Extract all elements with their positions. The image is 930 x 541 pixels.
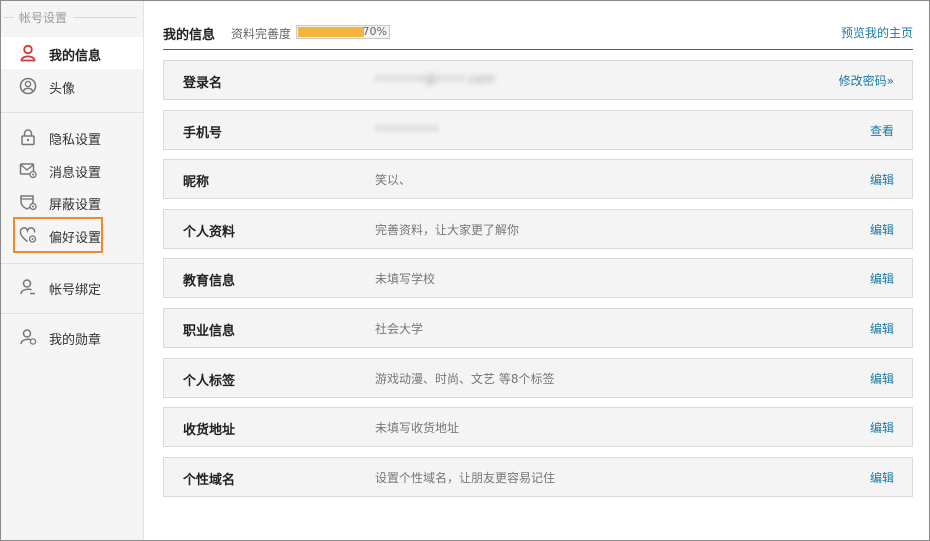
edit-link[interactable]: 编辑 [870, 320, 894, 337]
edit-link[interactable]: 编辑 [870, 419, 894, 436]
row-label: 收货地址 [183, 423, 236, 439]
row-value: 未填写收货地址 [375, 421, 460, 436]
sidebar-item-label: 我的勋章 [49, 333, 102, 348]
sidebar-divider [1, 263, 143, 264]
row-label: 手机号 [183, 125, 223, 141]
edit-link[interactable]: 编辑 [870, 270, 894, 287]
page-title: 我的信息 [163, 28, 216, 43]
sidebar-item-label: 屏蔽设置 [49, 198, 102, 213]
row-label: 教育信息 [183, 274, 236, 290]
main-panel: 我的信息 资料完善度 70% 预览我的主页 登录名 •••••••@••••.c… [163, 1, 915, 540]
sidebar-item-label: 消息设置 [49, 166, 102, 181]
row-value: •••••••@••••.com [375, 72, 495, 86]
user-link-icon [20, 279, 35, 295]
view-phone-link[interactable]: 查看 [870, 122, 894, 139]
row-value: 游戏动漫、时尚、文艺 等8个标签 [375, 371, 555, 386]
info-row-tags: 个人标签 游戏动漫、时尚、文艺 等8个标签 编辑 [163, 357, 913, 398]
sidebar-item-label: 帐号绑定 [49, 283, 102, 298]
sidebar-title: 帐号设置 [1, 7, 143, 27]
info-list: 登录名 •••••••@••••.com 修改密码» 手机号 •••••••••… [163, 60, 913, 506]
sidebar-item-my-info[interactable]: 我的信息 [1, 37, 143, 69]
change-password-link[interactable]: 修改密码» [839, 72, 894, 89]
sidebar-item-label: 我的信息 [49, 49, 102, 64]
row-label: 昵称 [183, 175, 210, 191]
row-value: 笑以、 [375, 173, 412, 188]
row-label: 个人资料 [183, 224, 236, 240]
page-header: 我的信息 资料完善度 70% 预览我的主页 [163, 19, 913, 50]
info-row-education: 教育信息 未填写学校 编辑 [163, 258, 913, 299]
sidebar: 帐号设置 我的信息 头像 隐私设置 消息设置 屏蔽设置 偏好设置 帐号绑定 我的… [1, 1, 144, 540]
sidebar-item-label: 头像 [49, 82, 76, 97]
info-row-custom-domain: 个性域名 设置个性域名，让朋友更容易记住 编辑 [163, 456, 913, 497]
info-row-shipping-address: 收货地址 未填写收货地址 编辑 [163, 407, 913, 448]
sidebar-divider [1, 313, 143, 314]
edit-link[interactable]: 编辑 [870, 171, 894, 188]
row-value: 未填写学校 [375, 272, 436, 287]
user-medal-icon [20, 329, 37, 345]
sidebar-item-avatar[interactable]: 头像 [1, 70, 143, 102]
progress-fill [298, 27, 364, 37]
info-row-profile: 个人资料 完善资料，让大家更了解你 编辑 [163, 208, 913, 249]
shield-settings-icon [20, 195, 37, 211]
account-settings-window: 帐号设置 我的信息 头像 隐私设置 消息设置 屏蔽设置 偏好设置 帐号绑定 我的… [0, 0, 930, 541]
avatar-icon [19, 77, 37, 95]
edit-link[interactable]: 编辑 [870, 221, 894, 238]
sidebar-title-label: 帐号设置 [19, 11, 68, 25]
sidebar-item-privacy[interactable]: 隐私设置 [1, 121, 143, 153]
lock-icon [21, 129, 35, 146]
sidebar-item-medals[interactable]: 我的勋章 [1, 321, 143, 353]
sidebar-item-label: 隐私设置 [49, 133, 102, 148]
user-icon [20, 44, 36, 62]
sidebar-item-block[interactable]: 屏蔽设置 [1, 186, 143, 218]
completeness-label: 资料完善度 [231, 27, 292, 41]
info-row-phone: 手机号 ••••••••• 查看 [163, 109, 913, 150]
row-value: 设置个性域名，让朋友更容易记住 [375, 470, 556, 485]
info-row-career: 职业信息 社会大学 编辑 [163, 307, 913, 348]
sidebar-item-account-binding[interactable]: 帐号绑定 [1, 271, 143, 303]
preferences-highlight-box [13, 217, 103, 253]
row-value: ••••••••• [375, 121, 439, 136]
message-settings-icon [19, 163, 37, 179]
row-label: 登录名 [183, 76, 223, 91]
edit-link[interactable]: 编辑 [870, 370, 894, 387]
info-row-login-name: 登录名 •••••••@••••.com 修改密码» [163, 60, 913, 100]
preview-homepage-link[interactable]: 预览我的主页 [841, 24, 913, 41]
completeness-percent: 70% [362, 25, 387, 38]
row-label: 职业信息 [183, 323, 236, 339]
completeness-progress-bar: 70% [296, 25, 390, 39]
edit-link[interactable]: 编辑 [870, 469, 894, 486]
row-value: 完善资料，让大家更了解你 [375, 222, 520, 237]
row-label: 个人标签 [183, 373, 236, 389]
info-row-nickname: 昵称 笑以、 编辑 [163, 159, 913, 200]
sidebar-divider [1, 112, 143, 113]
row-value: 社会大学 [375, 321, 424, 336]
sidebar-item-messages[interactable]: 消息设置 [1, 154, 143, 186]
row-label: 个性域名 [183, 472, 236, 488]
